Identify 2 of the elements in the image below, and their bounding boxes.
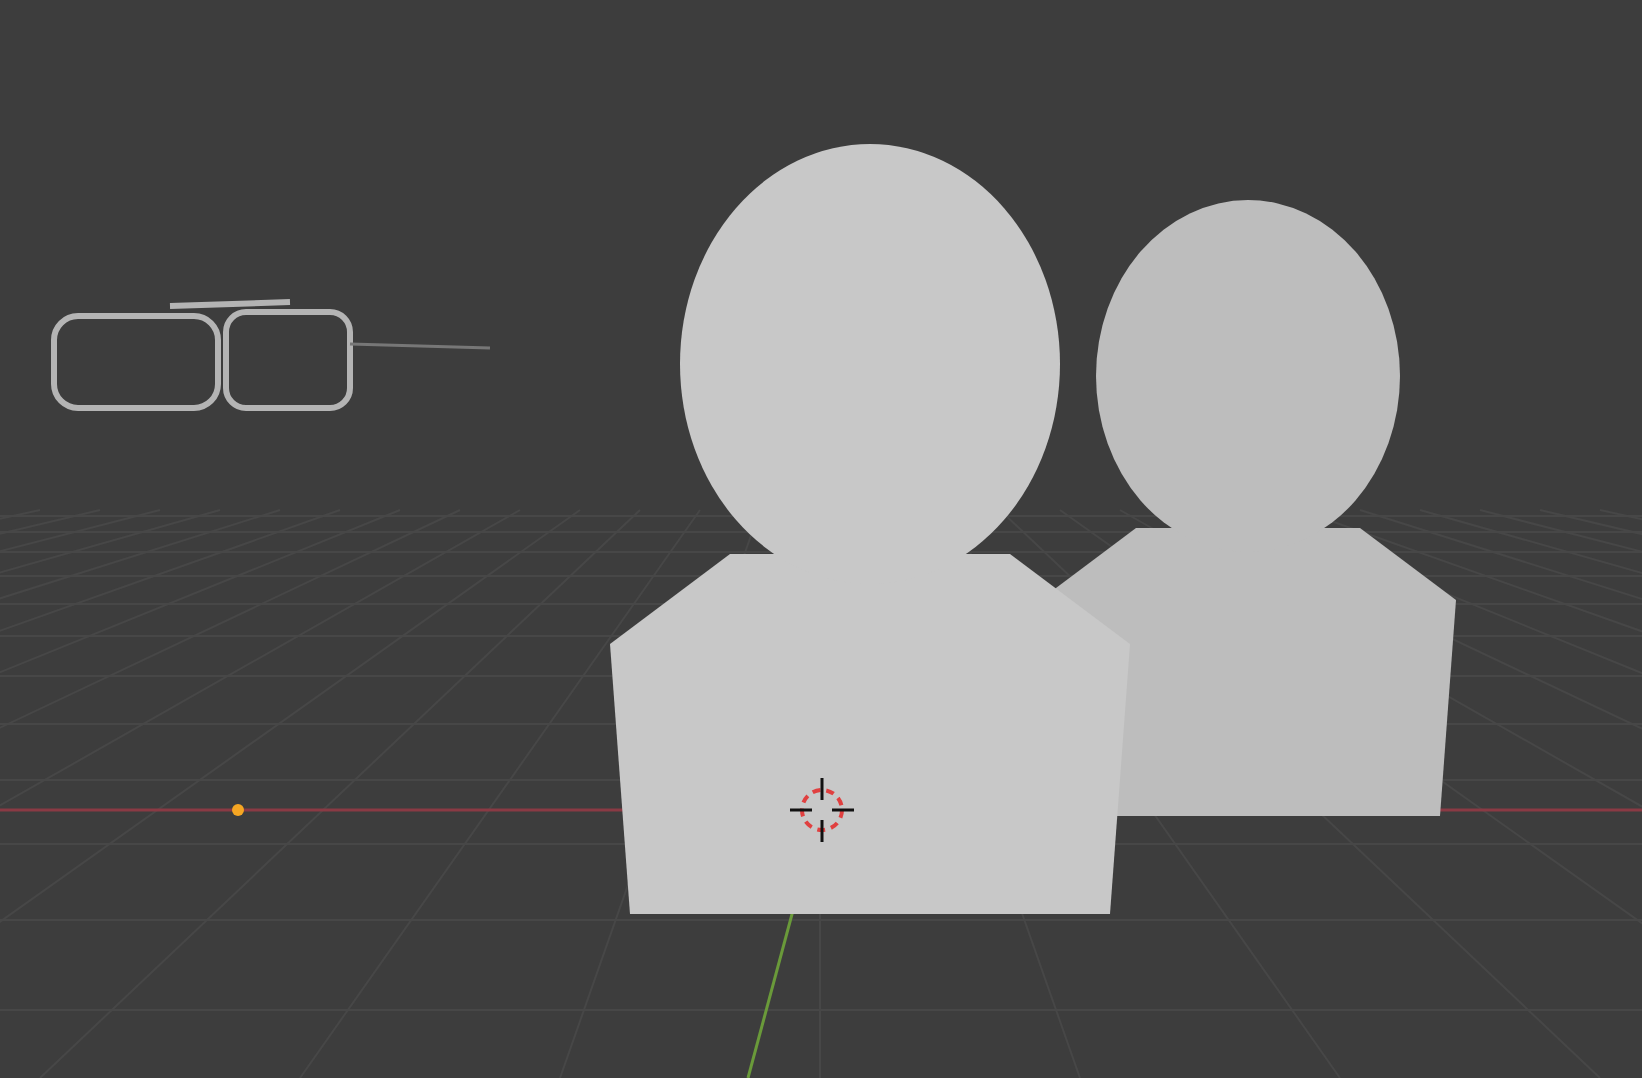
origin-dot <box>232 804 244 816</box>
3d-cursor-icon[interactable] <box>788 776 856 844</box>
